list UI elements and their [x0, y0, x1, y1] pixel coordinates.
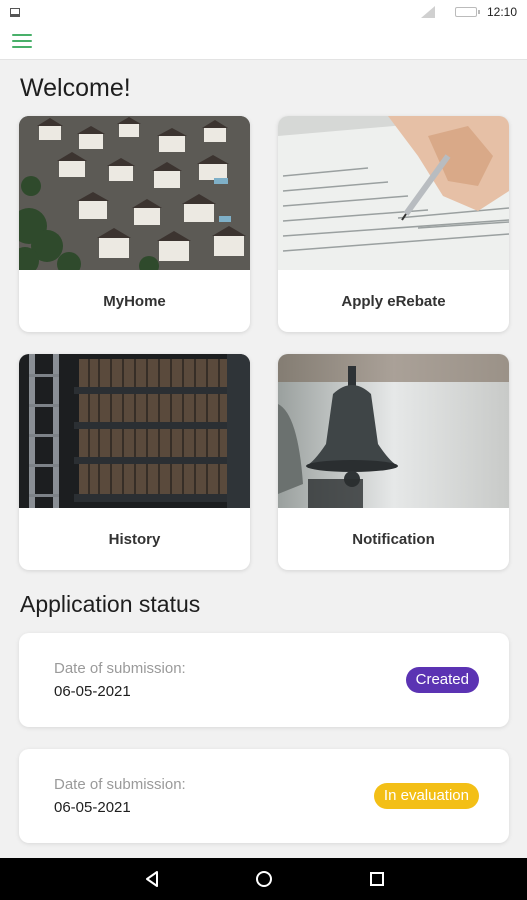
status-badge: In evaluation: [373, 783, 479, 809]
app-bar: [0, 24, 527, 60]
menu-icon[interactable]: [12, 34, 32, 50]
application-card[interactable]: Date of submission: 06-05-2021 In evalua…: [19, 749, 509, 843]
tile-history[interactable]: History: [19, 354, 250, 570]
signal-icon: [420, 6, 435, 18]
tile-label: Notification: [352, 530, 435, 548]
status-bar: 12:10: [0, 0, 527, 24]
home-icon[interactable]: [255, 870, 273, 888]
tile-label: History: [108, 530, 161, 548]
tile-label: Apply eRebate: [341, 292, 446, 310]
back-icon[interactable]: [143, 870, 161, 888]
submission-date-label: Date of submission:: [54, 660, 186, 677]
tile-myhome[interactable]: MyHome: [19, 116, 250, 332]
section-title: Application status: [20, 591, 201, 617]
screenshot-notification-icon: [10, 7, 20, 17]
tile-notification[interactable]: Notification: [278, 354, 509, 570]
battery-icon: [454, 7, 480, 17]
submission-date-label: Date of submission:: [54, 776, 186, 793]
writing-form-image: [278, 116, 509, 270]
navigation-bar: [0, 858, 527, 900]
status-badge: Created: [405, 667, 479, 693]
page-title: Welcome!: [20, 74, 131, 102]
application-card[interactable]: Date of submission: 06-05-2021 Created: [19, 633, 509, 727]
tile-apply-erebate[interactable]: Apply eRebate: [278, 116, 509, 332]
bell-image: [278, 354, 509, 508]
status-time: 12:10: [486, 5, 517, 19]
houses-image: [19, 116, 250, 270]
tile-label: MyHome: [103, 292, 166, 310]
submission-date: 06-05-2021: [54, 799, 131, 816]
submission-date: 06-05-2021: [54, 683, 131, 700]
recent-apps-icon[interactable]: [368, 870, 386, 888]
bookshelf-image: [19, 354, 250, 508]
